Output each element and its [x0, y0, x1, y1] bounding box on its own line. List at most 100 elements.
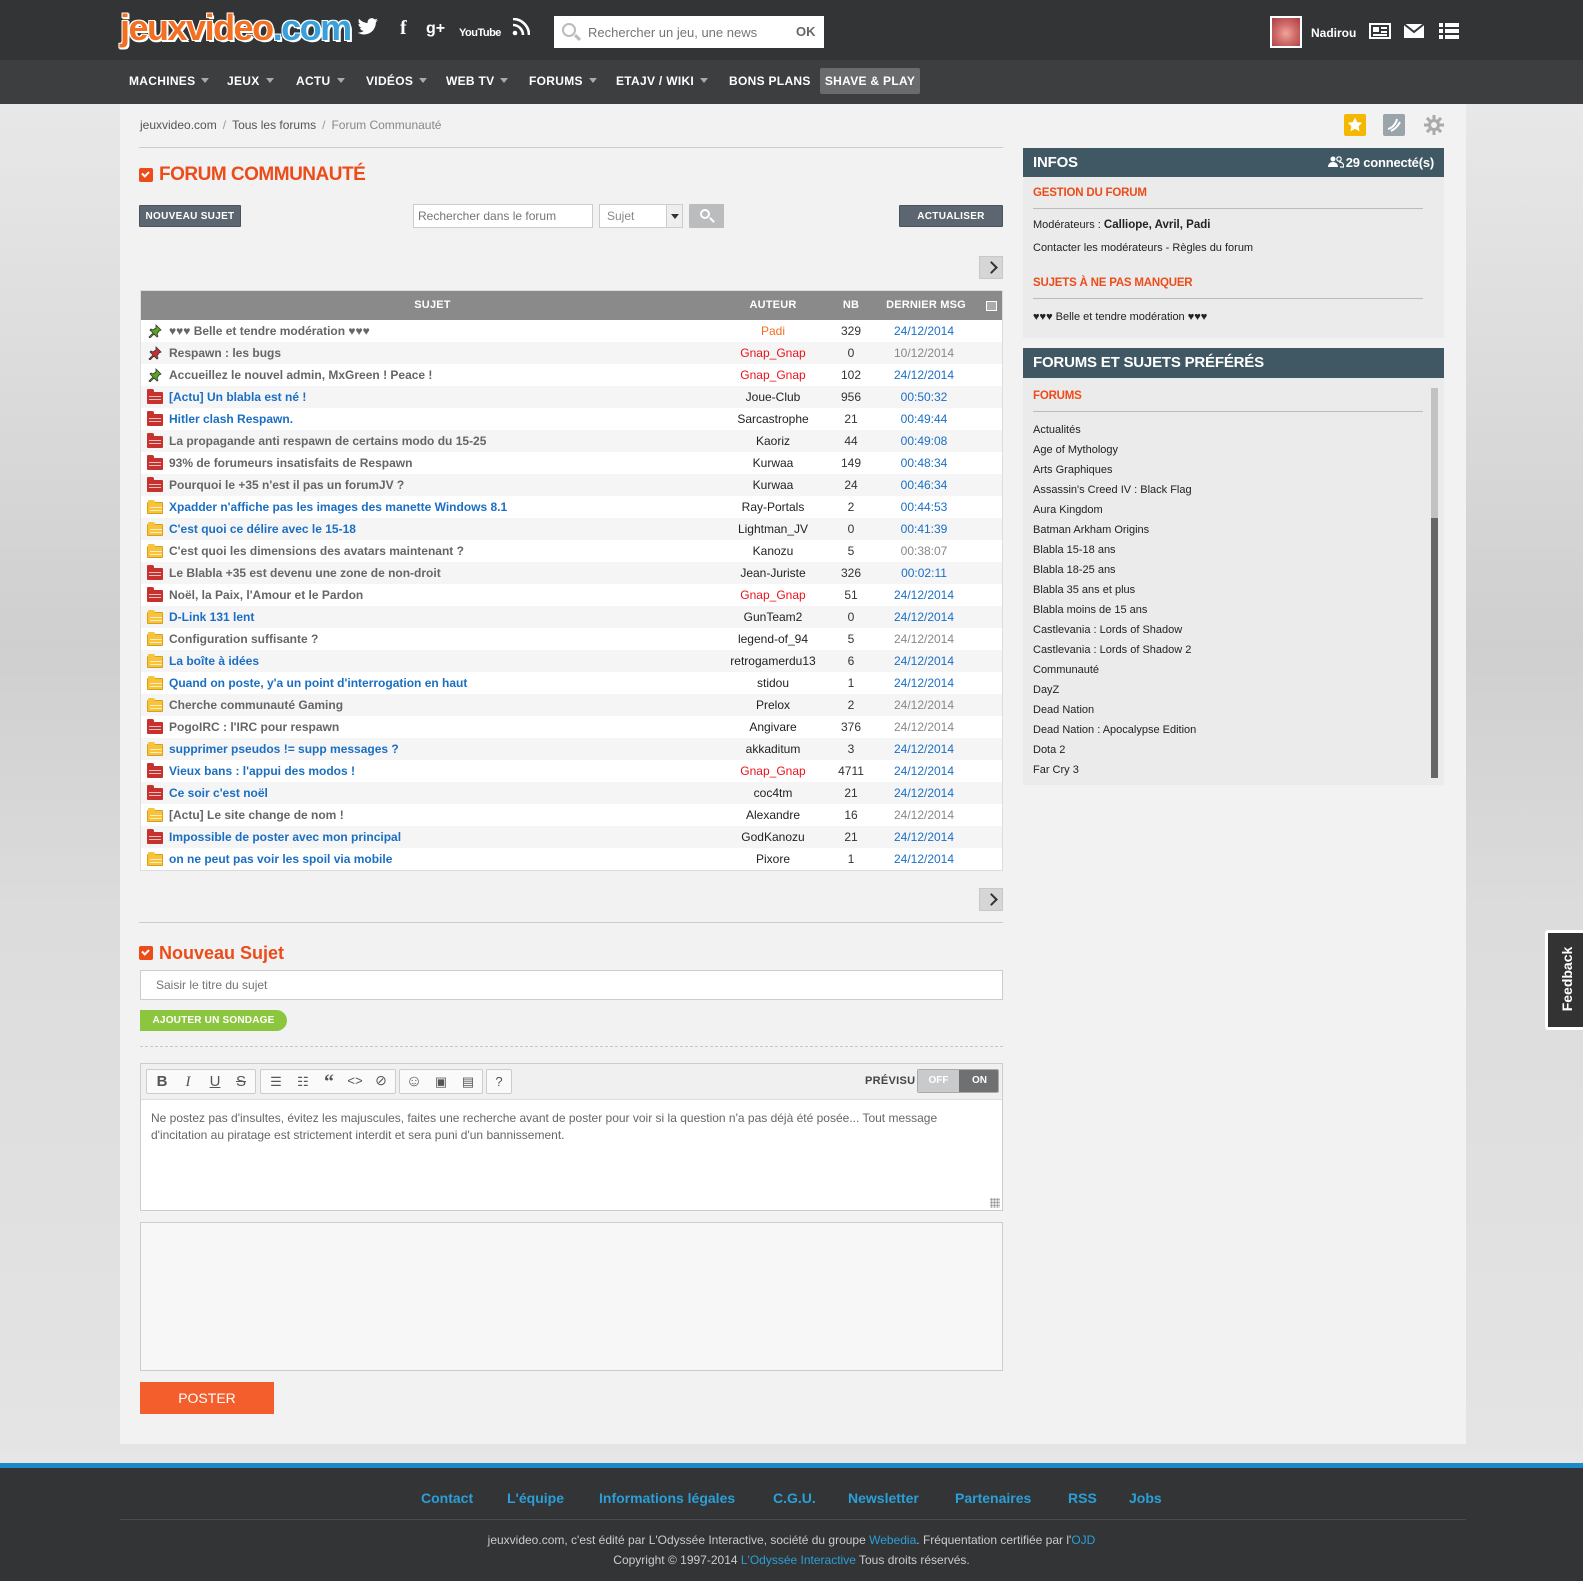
select-all-checkbox[interactable]	[986, 301, 997, 311]
topic-author[interactable]: Lightman_JV	[713, 518, 833, 540]
favorite-forum-item[interactable]: Castlevania : Lords of Shadow	[1033, 620, 1423, 640]
topic-last-message[interactable]: 00:49:44	[874, 408, 974, 430]
nav-webtv[interactable]: WEB TV	[446, 60, 509, 104]
bold-icon[interactable]: B	[150, 1072, 174, 1092]
nav-videos[interactable]: VIDÉOS	[366, 60, 428, 104]
topic-author[interactable]: akkaditum	[713, 738, 833, 760]
news-icon[interactable]	[1369, 22, 1391, 40]
topic-link[interactable]: La boîte à idées	[169, 650, 259, 672]
next-page-button[interactable]	[979, 256, 1003, 279]
favorite-forum-item[interactable]: Aura Kingdom	[1033, 500, 1423, 520]
topic-author[interactable]: Joue-Club	[713, 386, 833, 408]
topic-author[interactable]: stidou	[713, 672, 833, 694]
favorite-forum-item[interactable]: Far Cry 3	[1033, 760, 1423, 780]
topic-last-message[interactable]: 24/12/2014	[874, 364, 974, 386]
topic-last-message[interactable]: 24/12/2014	[874, 606, 974, 628]
favorite-forum-item[interactable]: Assassin's Creed IV : Black Flag	[1033, 480, 1423, 500]
spoiler-icon[interactable]: ⊘	[369, 1072, 393, 1092]
scrollbar-thumb[interactable]	[1431, 518, 1438, 778]
topic-link[interactable]: Xpadder n'affiche pas les images des man…	[169, 496, 507, 518]
topic-author[interactable]: Prelox	[713, 694, 833, 716]
preview-toggle[interactable]: OFF ON	[917, 1069, 999, 1093]
preview-toggle-off[interactable]: OFF	[918, 1070, 959, 1092]
topic-last-message[interactable]: 24/12/2014	[874, 738, 974, 760]
topic-last-message[interactable]: 24/12/2014	[874, 716, 974, 738]
topic-link[interactable]: C'est quoi les dimensions des avatars ma…	[169, 540, 464, 562]
footer-link-partners[interactable]: Partenaires	[955, 1490, 1031, 1506]
favorite-forum-item[interactable]: Batman Arkham Origins	[1033, 520, 1423, 540]
favorite-forum-item[interactable]: Blabla 35 ans et plus	[1033, 580, 1423, 600]
code-icon[interactable]: <>	[343, 1072, 367, 1092]
bullet-list-icon[interactable]: ☰	[264, 1072, 288, 1092]
topic-author[interactable]: Alexandre	[713, 804, 833, 826]
topic-link[interactable]: Impossible de poster avec mon principal	[169, 826, 401, 848]
help-icon[interactable]: ?	[487, 1072, 511, 1092]
topic-last-message[interactable]: 00:38:07	[874, 540, 974, 562]
topic-link[interactable]: supprimer pseudos != supp messages ?	[169, 738, 399, 760]
contact-moderators-link[interactable]: Contacter les modérateurs - Règles du fo…	[1033, 242, 1253, 254]
topic-link[interactable]: Quand on poste, y'a un point d'interroga…	[169, 672, 467, 694]
topic-link[interactable]: La propagande anti respawn de certains m…	[169, 430, 486, 452]
topic-author[interactable]: Jean-Juriste	[713, 562, 833, 584]
topic-link[interactable]: D-Link 131 lent	[169, 606, 254, 628]
favorite-forum-item[interactable]: Dota 2	[1033, 740, 1423, 760]
topic-link[interactable]: ♥♥♥ Belle et tendre modération ♥♥♥	[169, 320, 370, 342]
footer-link-newsletter[interactable]: Newsletter	[848, 1490, 919, 1506]
nav-forums[interactable]: FORUMS	[529, 60, 597, 104]
topic-last-message[interactable]: 24/12/2014	[874, 650, 974, 672]
favorite-forum-item[interactable]: Blabla moins de 15 ans	[1033, 600, 1423, 620]
footer-link-team[interactable]: L'équipe	[507, 1490, 564, 1506]
topic-author[interactable]: Gnap_Gnap	[713, 584, 833, 606]
message-textarea[interactable]: Ne postez pas d'insultes, évitez les maj…	[151, 1110, 991, 1144]
topic-author[interactable]: Sarcastrophe	[713, 408, 833, 430]
favorite-star-icon[interactable]	[1344, 114, 1366, 136]
nav-machines[interactable]: MACHINES	[129, 60, 210, 104]
collapse-icon[interactable]	[139, 946, 153, 961]
topic-last-message[interactable]: 10/12/2014	[874, 342, 974, 364]
topic-link[interactable]: Ce soir c'est noël	[169, 782, 268, 804]
preview-toggle-on[interactable]: ON	[959, 1070, 998, 1092]
facebook-icon[interactable]: f	[400, 17, 407, 39]
rss-icon[interactable]	[512, 17, 531, 42]
breadcrumb-all-forums[interactable]: Tous les forums	[232, 118, 316, 132]
topic-link[interactable]: Hitler clash Respawn.	[169, 408, 293, 430]
topic-link[interactable]: 93% de forumeurs insatisfaits de Respawn	[169, 452, 412, 474]
topic-last-message[interactable]: 00:48:34	[874, 452, 974, 474]
topic-author[interactable]: Kurwaa	[713, 452, 833, 474]
follow-icon[interactable]	[1383, 114, 1405, 136]
subject-title-input[interactable]	[140, 970, 1003, 1000]
topic-last-message[interactable]: 24/12/2014	[874, 782, 974, 804]
nav-bons-plans[interactable]: BONS PLANS	[729, 60, 811, 104]
next-page-button[interactable]	[979, 888, 1003, 911]
topic-author[interactable]: GodKanozu	[713, 826, 833, 848]
topic-last-message[interactable]: 00:49:08	[874, 430, 974, 452]
topic-author[interactable]: Pixore	[713, 848, 833, 870]
topic-link[interactable]: [Actu] Un blabla est né !	[169, 386, 306, 408]
topic-link[interactable]: on ne peut pas voir les spoil via mobile	[169, 848, 392, 870]
topic-author[interactable]: Kanozu	[713, 540, 833, 562]
topic-author[interactable]: Gnap_Gnap	[713, 364, 833, 386]
breadcrumb-home[interactable]: jeuxvideo.com	[140, 118, 217, 132]
topic-last-message[interactable]: 24/12/2014	[874, 760, 974, 782]
forum-search-scope-select[interactable]: Sujet	[599, 204, 683, 228]
add-poll-button[interactable]: AJOUTER UN SONDAGE	[140, 1010, 287, 1031]
topic-last-message[interactable]: 24/12/2014	[874, 694, 974, 716]
topic-link[interactable]: Pourquoi le +35 n'est il pas un forumJV …	[169, 474, 404, 496]
twitter-icon[interactable]	[357, 18, 379, 42]
topic-last-message[interactable]: 00:02:11	[874, 562, 974, 584]
topic-link[interactable]: Cherche communauté Gaming	[169, 694, 343, 716]
resize-grip-icon[interactable]	[990, 1198, 1000, 1208]
topic-link[interactable]: C'est quoi ce délire avec le 15-18	[169, 518, 356, 540]
refresh-button[interactable]: ACTUALISER	[899, 205, 1003, 227]
topic-last-message[interactable]: 00:44:53	[874, 496, 974, 518]
site-logo[interactable]: jeuxvideo.com	[120, 8, 352, 48]
footer-link-rss[interactable]: RSS	[1068, 1490, 1097, 1506]
topic-last-message[interactable]: 24/12/2014	[874, 826, 974, 848]
nav-actu[interactable]: ACTU	[296, 60, 345, 104]
favorite-forum-item[interactable]: Arts Graphiques	[1033, 460, 1423, 480]
favorite-forum-item[interactable]: Blabla 18-25 ans	[1033, 560, 1423, 580]
favorites-scrollbar[interactable]	[1431, 388, 1438, 778]
topic-link[interactable]: Respawn : les bugs	[169, 342, 281, 364]
must-see-topic-link[interactable]: ♥♥♥ Belle et tendre modération ♥♥♥	[1033, 311, 1207, 323]
odyssee-link[interactable]: L'Odyssée Interactive	[741, 1553, 856, 1567]
